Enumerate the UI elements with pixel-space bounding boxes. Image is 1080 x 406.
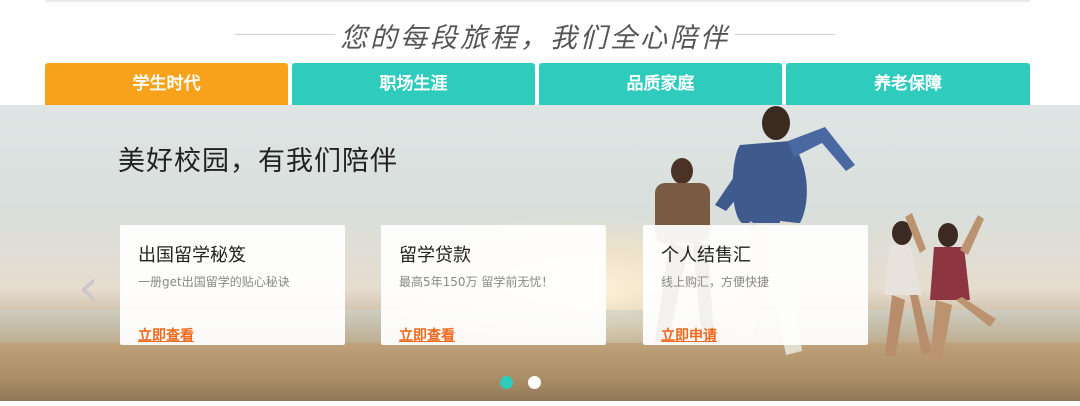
tab-retirement[interactable]: 养老保障 <box>786 63 1030 105</box>
slogan-right-line <box>735 34 835 35</box>
carousel-dot-2[interactable] <box>528 376 541 389</box>
card-title: 出国留学秘笈 <box>138 245 246 266</box>
carousel-dots <box>500 376 550 392</box>
slogan-text: 您的每段旅程，我们全心陪伴 <box>340 23 730 54</box>
card-forex-exchange: 个人结售汇 线上购汇，方便快捷 立即申请 <box>643 225 868 345</box>
card-title: 留学贷款 <box>399 245 471 266</box>
card-study-loan: 留学贷款 最高5年150万 留学前无忧！ 立即查看 <box>381 225 606 345</box>
slogan-section: 您的每段旅程，我们全心陪伴 <box>0 14 1080 54</box>
tab-student[interactable]: 学生时代 <box>45 63 288 114</box>
card-desc: 一册get出国留学的贴心秘诀 <box>138 275 290 289</box>
carousel-prev-arrow-icon[interactable]: ‹ <box>78 260 106 316</box>
hero-banner: 美好校园，有我们陪伴 ‹ 出国留学秘笈 一册get出国留学的贴心秘诀 立即查看 … <box>0 105 1080 401</box>
card-view-link[interactable]: 立即查看 <box>138 325 194 345</box>
tab-family[interactable]: 品质家庭 <box>539 63 782 105</box>
card-desc: 最高5年150万 留学前无忧！ <box>399 275 554 289</box>
card-study-abroad-guide: 出国留学秘笈 一册get出国留学的贴心秘诀 立即查看 <box>120 225 345 345</box>
tab-career[interactable]: 职场生涯 <box>292 63 535 105</box>
card-title: 个人结售汇 <box>661 245 751 266</box>
life-stage-tabs: 学生时代 职场生涯 品质家庭 养老保障 <box>45 63 1030 114</box>
slogan-left-line <box>235 34 335 35</box>
top-divider <box>45 0 1030 2</box>
card-view-link[interactable]: 立即查看 <box>399 325 455 345</box>
carousel-dot-1[interactable] <box>500 376 513 389</box>
card-apply-link[interactable]: 立即申请 <box>661 325 717 345</box>
hero-headline: 美好校园，有我们陪伴 <box>118 146 398 177</box>
card-desc: 线上购汇，方便快捷 <box>661 275 770 289</box>
bottom-border <box>0 401 1080 406</box>
